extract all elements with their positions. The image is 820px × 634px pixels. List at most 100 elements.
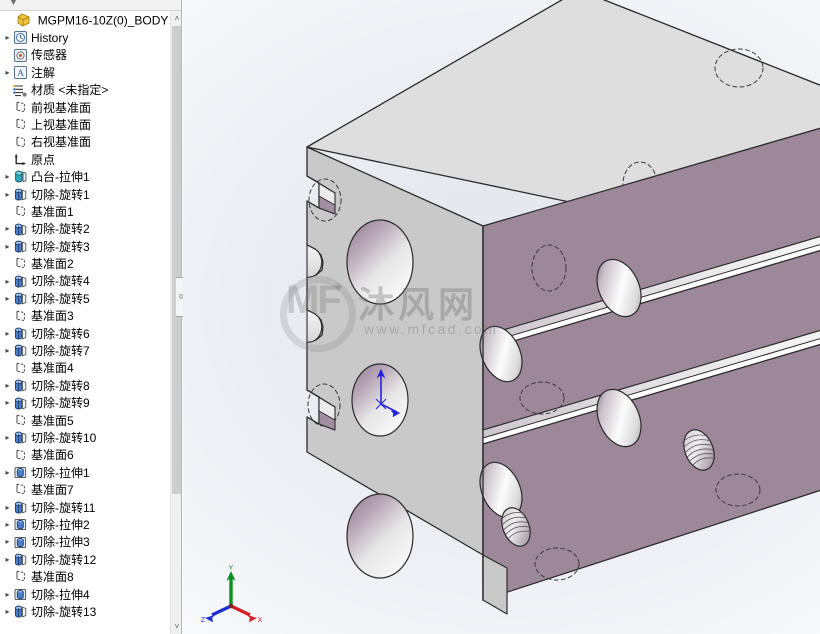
tree-item-label: 切除-拉伸4: [31, 587, 90, 602]
tree-item[interactable]: ▸ 切除-旋转7: [0, 343, 170, 360]
coordinate-triad: Y X Z: [201, 565, 263, 624]
tree-item-label: 凸台-拉伸1: [31, 170, 90, 185]
tree-item[interactable]: ▸基准面6: [0, 447, 170, 464]
tree-item[interactable]: ▸ 切除-旋转5: [0, 291, 170, 308]
tree-item-label: 右视基准面: [31, 135, 92, 150]
tree-item-label: History: [31, 31, 69, 46]
graphics-viewport[interactable]: ✦ MF 沐风网 www.mfcad.com Y X Z: [183, 0, 820, 634]
expander-icon[interactable]: ▸: [2, 168, 13, 185]
svg-text:X: X: [258, 617, 263, 624]
expander-icon[interactable]: ▸: [2, 238, 13, 255]
tree-item[interactable]: ▸前视基准面: [0, 100, 170, 117]
cut-revolve-icon: [13, 239, 28, 254]
tree-item-label: 切除-旋转3: [31, 239, 90, 254]
cad-model-3d[interactable]: [183, 0, 820, 634]
tree-item[interactable]: ▸ 切除-旋转10: [0, 430, 170, 447]
cut-revolve-icon: [13, 396, 28, 411]
tree-item-label: 切除-旋转4: [31, 274, 90, 289]
tree-item[interactable]: ▸基准面4: [0, 360, 170, 377]
tree-item-label: 切除-旋转12: [31, 552, 97, 567]
tree-item[interactable]: ▸ 切除-旋转11: [0, 500, 170, 517]
tree-item[interactable]: ▸ 切除-拉伸4: [0, 587, 170, 604]
expander-icon[interactable]: ▸: [2, 551, 13, 568]
tree-item[interactable]: ▸ 切除-旋转8: [0, 378, 170, 395]
feature-tree[interactable]: ▸ MGPM16-10Z(0)_BODY (默认<<默 ▸History▸传感器…: [0, 11, 170, 634]
plane-icon: [13, 204, 28, 219]
tree-vertical-scrollbar[interactable]: ˄ ˅: [170, 11, 181, 634]
tree-item[interactable]: ▸原点: [0, 152, 170, 169]
scroll-up-arrow-icon[interactable]: ˄: [171, 11, 181, 26]
tree-item-label: 基准面6: [31, 448, 74, 463]
tree-item[interactable]: ▸基准面2: [0, 256, 170, 273]
expander-icon[interactable]: ▸: [2, 394, 13, 411]
tree-item[interactable]: ▸ 切除-旋转4: [0, 273, 170, 290]
cut-revolve-icon: [13, 378, 28, 393]
scroll-down-arrow-icon[interactable]: ˅: [171, 619, 181, 634]
tree-item[interactable]: ▸基准面7: [0, 482, 170, 499]
expander-icon[interactable]: ▸: [2, 29, 13, 46]
expander-icon[interactable]: ▸: [2, 64, 13, 81]
tree-item-label: 基准面1: [31, 205, 74, 220]
plane-icon: [13, 569, 28, 584]
svg-text:Y: Y: [229, 565, 234, 572]
tree-item[interactable]: ▸ 切除-旋转2: [0, 221, 170, 238]
tree-item[interactable]: ▸传感器: [0, 47, 170, 64]
tree-item[interactable]: ▸ 切除-旋转9: [0, 395, 170, 412]
tree-item[interactable]: ▸材质 <未指定>: [0, 82, 170, 99]
sensor-icon: [13, 48, 28, 63]
tree-item[interactable]: ▸右视基准面: [0, 134, 170, 151]
tree-item[interactable]: ▸ 切除-旋转12: [0, 552, 170, 569]
expander-icon[interactable]: ▸: [2, 186, 13, 203]
expander-icon[interactable]: ▸: [2, 325, 13, 342]
tree-item[interactable]: ▸基准面1: [0, 204, 170, 221]
tree-item[interactable]: ▸ 切除-拉伸1: [0, 465, 170, 482]
filter-icon[interactable]: ▼: [8, 0, 19, 8]
tree-item-label: 基准面5: [31, 413, 74, 428]
plane-icon: [13, 309, 28, 324]
tree-root-item[interactable]: ▸ MGPM16-10Z(0)_BODY (默认<<默: [0, 11, 170, 30]
expander-icon[interactable]: ▸: [2, 516, 13, 533]
tree-item-label: 基准面4: [31, 361, 74, 376]
expander-icon[interactable]: ▸: [2, 499, 13, 516]
tree-item-label: 传感器: [31, 48, 68, 63]
expander-icon[interactable]: ▸: [2, 429, 13, 446]
tree-item[interactable]: ▸ A 注解: [0, 65, 170, 82]
tree-item-label: 切除-旋转9: [31, 396, 90, 411]
cut-extrude-icon: [13, 587, 28, 602]
material-icon: [13, 83, 28, 98]
cut-revolve-icon: [13, 500, 28, 515]
cut-revolve-icon: [13, 291, 28, 306]
tree-item-label: 材质 <未指定>: [31, 83, 109, 98]
expander-icon[interactable]: ▸: [2, 273, 13, 290]
tree-item-label: 基准面2: [31, 257, 74, 272]
bore-left-1: [346, 219, 414, 305]
scrollbar-thumb[interactable]: [172, 26, 181, 494]
tree-item[interactable]: ▸ 切除-旋转3: [0, 239, 170, 256]
tree-item[interactable]: ▸基准面8: [0, 569, 170, 586]
tree-item[interactable]: ▸ 切除-拉伸3: [0, 534, 170, 551]
expander-icon[interactable]: ▸: [2, 586, 13, 603]
cut-extrude-icon: [13, 517, 28, 532]
tree-item[interactable]: ▸上视基准面: [0, 117, 170, 134]
solidworks-window: ▼ ▸ MGPM16-10Z(0)_BODY (默认<<默 ▸History▸传…: [0, 0, 820, 634]
expander-icon[interactable]: ▸: [2, 533, 13, 550]
tree-item[interactable]: ▸ 切除-旋转1: [0, 187, 170, 204]
expander-icon[interactable]: ▸: [2, 220, 13, 237]
tree-item[interactable]: ▸ 凸台-拉伸1: [0, 169, 170, 186]
tree-item[interactable]: ▸基准面3: [0, 308, 170, 325]
plane-icon: [13, 361, 28, 376]
expander-icon[interactable]: ▸: [2, 603, 13, 620]
tree-item[interactable]: ▸ 切除-旋转13: [0, 604, 170, 621]
expander-icon[interactable]: ▸: [2, 464, 13, 481]
tree-item[interactable]: ▸ History: [0, 30, 170, 47]
tree-item[interactable]: ▸基准面5: [0, 413, 170, 430]
expander-icon[interactable]: ▸: [2, 377, 13, 394]
tree-item-label: 基准面3: [31, 309, 74, 324]
expander-icon[interactable]: ▸: [2, 290, 13, 307]
expander-icon[interactable]: ▸: [2, 342, 13, 359]
tree-item[interactable]: ▸ 切除-旋转6: [0, 326, 170, 343]
cut-revolve-icon: [13, 552, 28, 567]
cut-extrude-icon: [13, 535, 28, 550]
tree-item-label: 基准面7: [31, 483, 74, 498]
tree-item[interactable]: ▸ 切除-拉伸2: [0, 517, 170, 534]
